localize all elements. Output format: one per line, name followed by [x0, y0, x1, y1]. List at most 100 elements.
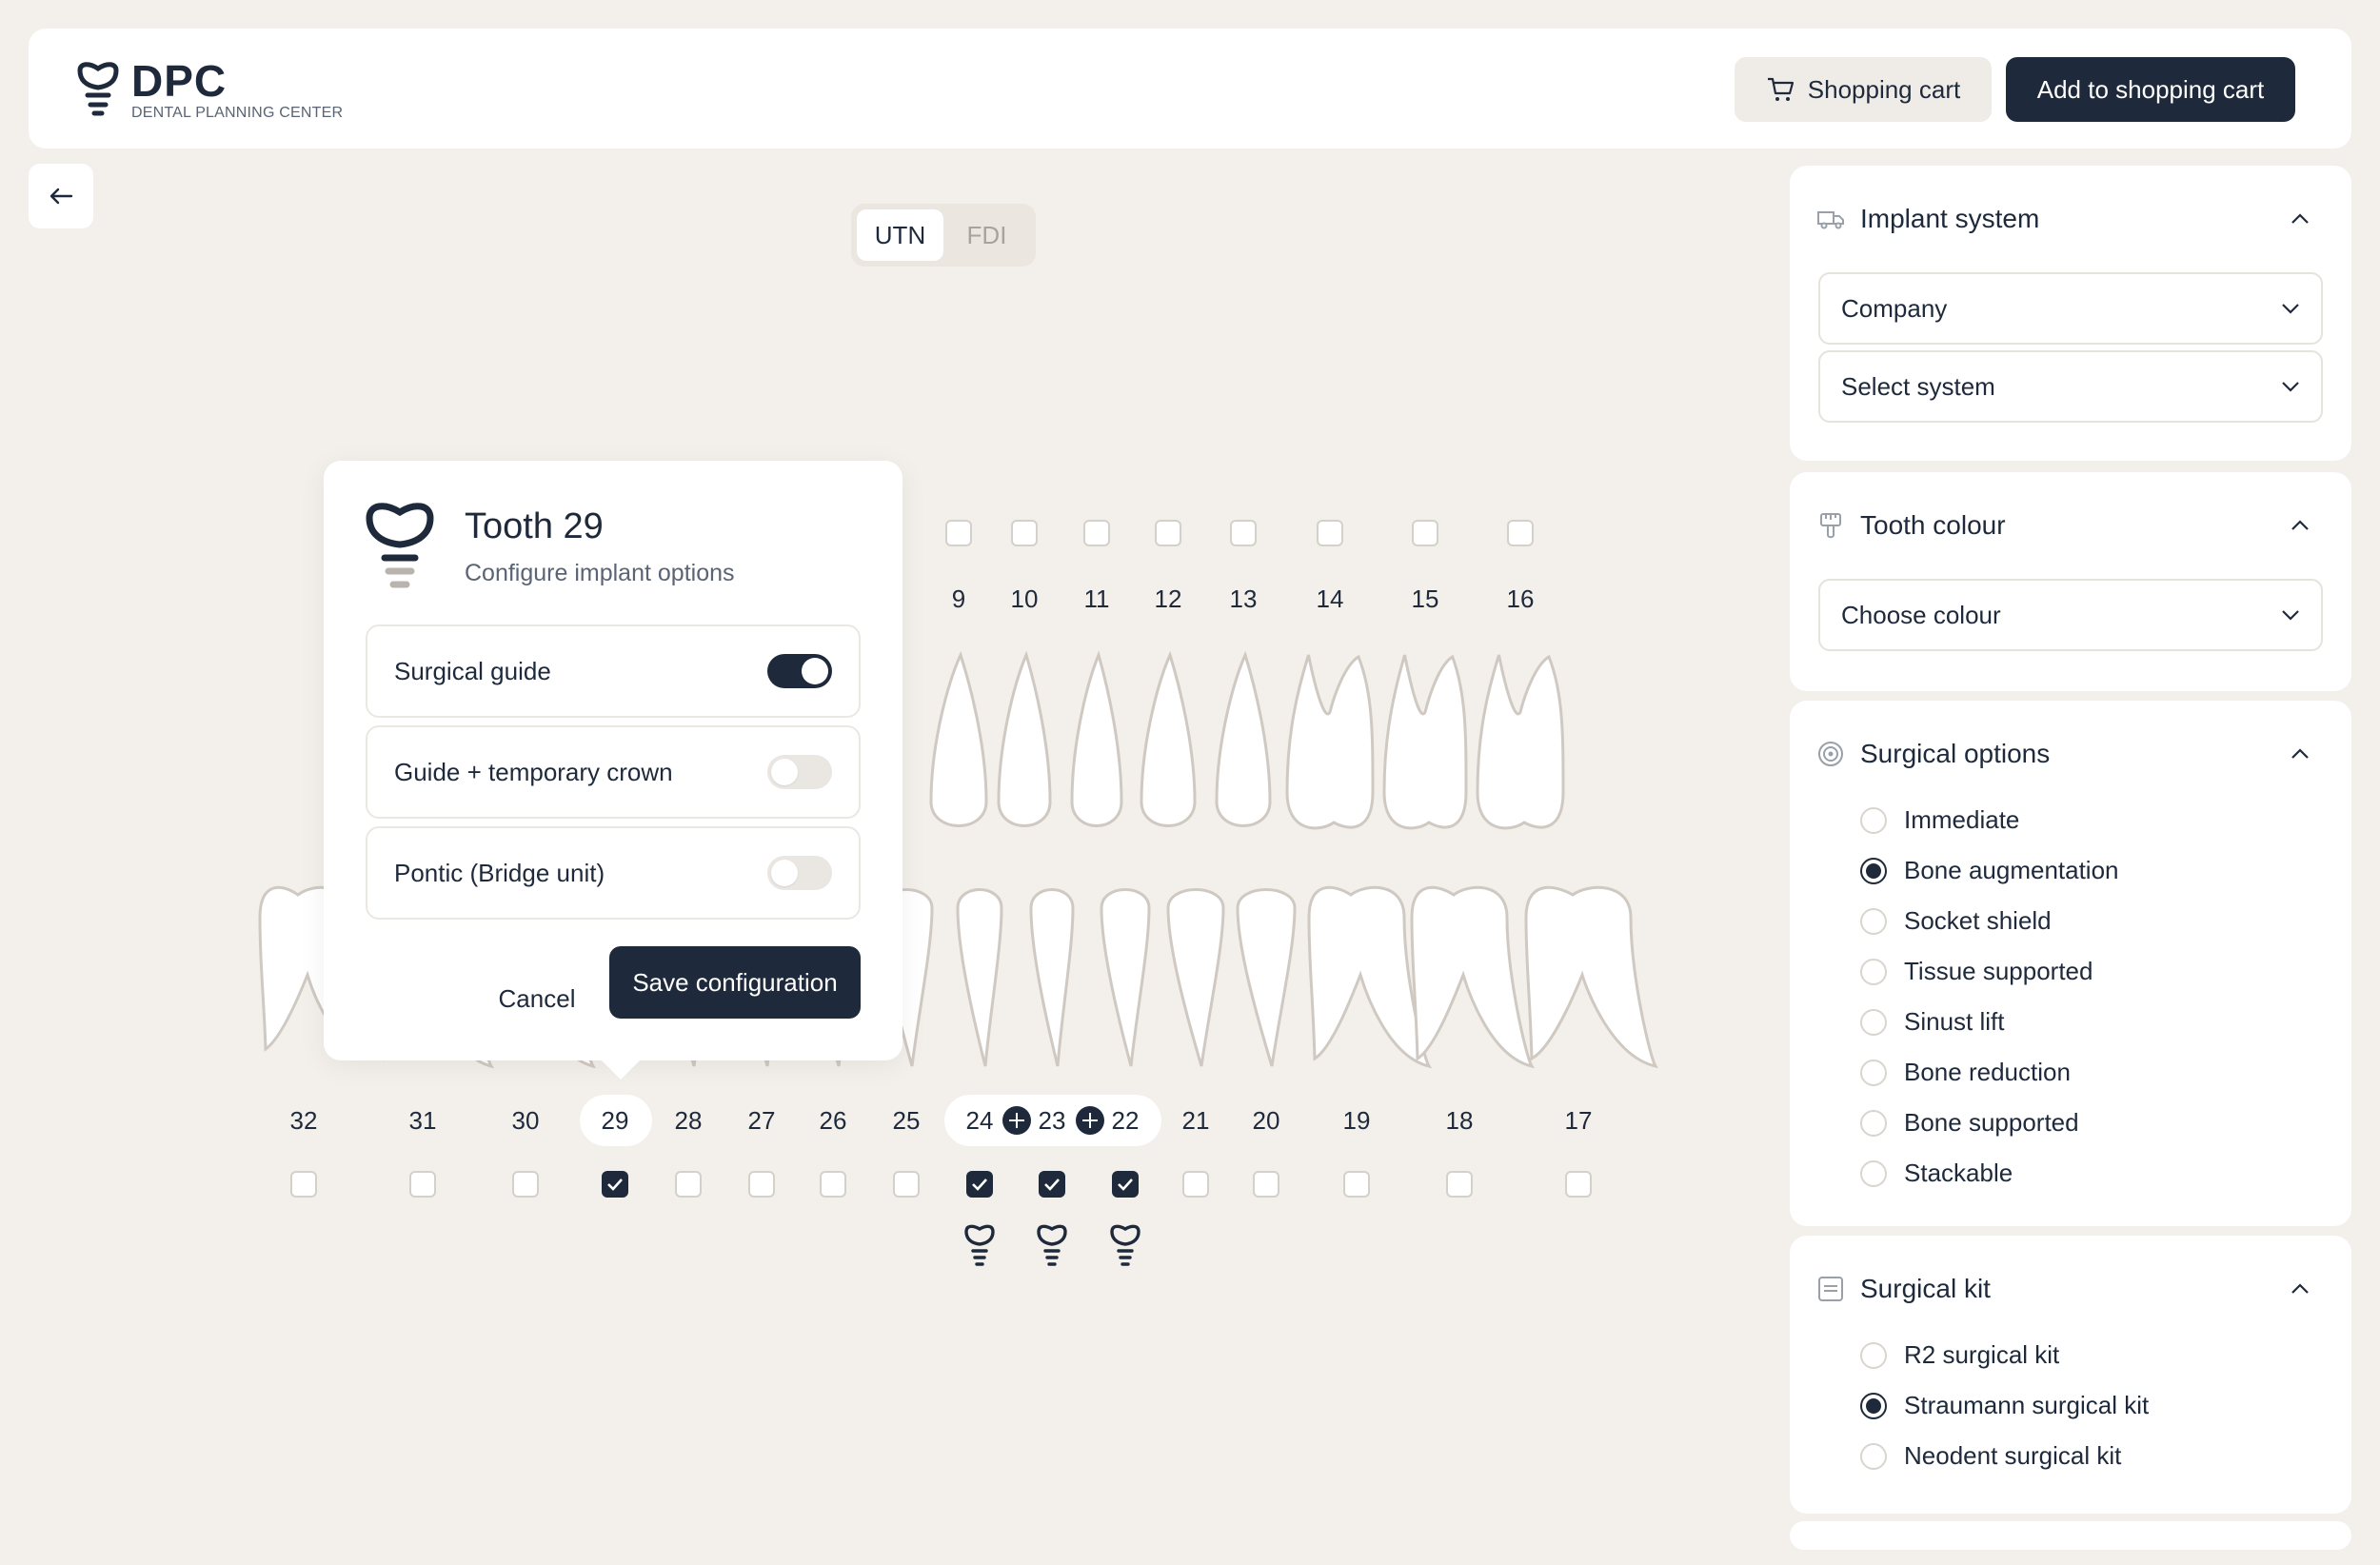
chevron-down-icon: [2282, 304, 2299, 314]
lower-tooth-number: 24: [965, 1106, 994, 1135]
lower-tooth-checkbox-21[interactable]: [1182, 1171, 1209, 1198]
lower-tooth-checkbox-22[interactable]: [1112, 1171, 1139, 1198]
popup-subtitle: Configure implant options: [465, 560, 735, 586]
radio-neodent-kit[interactable]: Neodent surgical kit: [1860, 1441, 2121, 1471]
upper-tooth-16[interactable]: [1476, 654, 1565, 830]
lower-tooth-number: 30: [511, 1106, 540, 1135]
upper-tooth-15[interactable]: [1382, 654, 1468, 830]
lower-tooth-number: 22: [1111, 1106, 1140, 1135]
upper-tooth-10[interactable]: [997, 650, 1052, 827]
lower-tooth-checkbox-23[interactable]: [1039, 1171, 1065, 1198]
upper-tooth-14[interactable]: [1285, 654, 1375, 830]
lower-tooth-checkbox-28[interactable]: [675, 1171, 702, 1198]
upper-tooth-number: 13: [1229, 584, 1258, 613]
colour-select[interactable]: Choose colour: [1818, 579, 2323, 651]
chevron-up-icon[interactable]: [2291, 520, 2310, 531]
radio-stackable[interactable]: Stackable: [1860, 1159, 2013, 1188]
cancel-button[interactable]: Cancel: [480, 965, 594, 1032]
radio-immediate[interactable]: Immediate: [1860, 805, 2019, 835]
lower-tooth-18[interactable]: [1410, 885, 1536, 1069]
radio-r2-kit[interactable]: R2 surgical kit: [1860, 1340, 2059, 1370]
upper-tooth-9[interactable]: [929, 650, 988, 827]
radio-label: Sinust lift: [1904, 1007, 2005, 1036]
radio-label: Bone reduction: [1904, 1058, 2071, 1086]
option-surgical-guide[interactable]: Surgical guide: [366, 624, 861, 718]
surgical-kit-card: Surgical kit R2 surgical kit Straumann s…: [1790, 1236, 2351, 1514]
upper-tooth-13[interactable]: [1215, 650, 1272, 827]
upper-tooth-checkbox-14[interactable]: [1317, 520, 1343, 546]
upper-tooth-number: 11: [1083, 584, 1110, 613]
radio-tissue-supported[interactable]: Tissue supported: [1860, 957, 2092, 986]
upper-tooth-12[interactable]: [1140, 650, 1197, 827]
lower-tooth-checkbox-32[interactable]: [290, 1171, 317, 1198]
lower-tooth-number: 27: [747, 1106, 776, 1135]
bridge-connector-plus[interactable]: [1002, 1106, 1031, 1135]
lower-tooth-checkbox-17[interactable]: [1565, 1171, 1592, 1198]
radio-straumann-kit[interactable]: Straumann surgical kit: [1860, 1391, 2149, 1420]
option-label: Guide + temporary crown: [394, 757, 673, 786]
option-pontic[interactable]: Pontic (Bridge unit): [366, 826, 861, 920]
lower-tooth-checkbox-18[interactable]: [1446, 1171, 1473, 1198]
upper-tooth-checkbox-16[interactable]: [1507, 520, 1534, 546]
surgical-options-header[interactable]: Surgical options: [1816, 739, 2050, 769]
system-select[interactable]: Select system: [1818, 350, 2323, 423]
radio-label: Bone augmentation: [1904, 856, 2119, 884]
option-label: Pontic (Bridge unit): [394, 858, 605, 887]
upper-tooth-checkbox-9[interactable]: [945, 520, 972, 546]
check-icon: [607, 1179, 623, 1191]
lower-tooth-checkbox-29[interactable]: [602, 1171, 628, 1198]
upper-tooth-checkbox-13[interactable]: [1230, 520, 1257, 546]
chevron-up-icon[interactable]: [2291, 213, 2310, 225]
shopping-cart-label: Shopping cart: [1807, 74, 1961, 104]
pontic-switch[interactable]: [767, 856, 832, 890]
upper-tooth-checkbox-12[interactable]: [1155, 520, 1181, 546]
upper-tooth-checkbox-11[interactable]: [1083, 520, 1110, 546]
tooth-colour-card: Tooth colour Choose colour: [1790, 472, 2351, 691]
upper-tooth-number: 9: [951, 584, 966, 613]
lower-tooth-23[interactable]: [1029, 888, 1075, 1067]
surgical-options-card: Surgical options Immediate Bone augmenta…: [1790, 701, 2351, 1226]
chevron-up-icon[interactable]: [2291, 1283, 2310, 1295]
implant-system-header[interactable]: Implant system: [1816, 204, 2039, 234]
check-icon: [972, 1179, 987, 1191]
surgical-kit-header[interactable]: Surgical kit: [1816, 1274, 1991, 1304]
lower-tooth-checkbox-20[interactable]: [1253, 1171, 1279, 1198]
upper-tooth-11[interactable]: [1070, 650, 1123, 827]
save-configuration-button[interactable]: Save configuration: [609, 946, 861, 1019]
upper-tooth-checkbox-15[interactable]: [1412, 520, 1438, 546]
surgical-guide-switch[interactable]: [767, 654, 832, 688]
guide-temporary-crown-switch[interactable]: [767, 755, 832, 789]
radio-socket-shield[interactable]: Socket shield: [1860, 906, 2052, 936]
lower-tooth-number: 28: [674, 1106, 703, 1135]
radio-label: Straumann surgical kit: [1904, 1391, 2150, 1419]
lower-tooth-checkbox-24[interactable]: [966, 1171, 993, 1198]
lower-tooth-checkbox-31[interactable]: [409, 1171, 436, 1198]
lower-tooth-21[interactable]: [1166, 888, 1225, 1067]
add-to-cart-button[interactable]: Add to shopping cart: [2006, 57, 2295, 122]
lower-tooth-17[interactable]: [1524, 885, 1659, 1069]
radio-bone-supported[interactable]: Bone supported: [1860, 1108, 2079, 1138]
target-icon: [1818, 742, 1843, 766]
lower-tooth-24[interactable]: [956, 888, 1003, 1067]
bridge-connector-plus[interactable]: [1076, 1106, 1104, 1135]
lower-tooth-20[interactable]: [1236, 888, 1297, 1067]
tooth-colour-header[interactable]: Tooth colour: [1816, 510, 2006, 541]
lower-tooth-checkbox-25[interactable]: [893, 1171, 920, 1198]
radio-sinust-lift[interactable]: Sinust lift: [1860, 1007, 2005, 1037]
radio-bone-augmentation[interactable]: Bone augmentation: [1860, 856, 2119, 885]
lower-tooth-checkbox-19[interactable]: [1343, 1171, 1370, 1198]
lower-tooth-number: 19: [1342, 1106, 1371, 1135]
lower-tooth-number: 25: [892, 1106, 921, 1135]
option-guide-temporary-crown[interactable]: Guide + temporary crown: [366, 725, 861, 819]
lower-tooth-22[interactable]: [1100, 888, 1151, 1067]
shopping-cart-button[interactable]: Shopping cart: [1735, 57, 1992, 122]
company-select[interactable]: Company: [1818, 272, 2323, 345]
chevron-up-icon[interactable]: [2291, 748, 2310, 760]
lower-tooth-checkbox-26[interactable]: [820, 1171, 846, 1198]
radio-bone-reduction[interactable]: Bone reduction: [1860, 1058, 2071, 1087]
lower-tooth-number: 29: [601, 1106, 629, 1135]
lower-tooth-checkbox-30[interactable]: [512, 1171, 539, 1198]
lower-tooth-checkbox-27[interactable]: [748, 1171, 775, 1198]
upper-tooth-checkbox-10[interactable]: [1011, 520, 1038, 546]
upper-tooth-number: 15: [1411, 584, 1439, 613]
